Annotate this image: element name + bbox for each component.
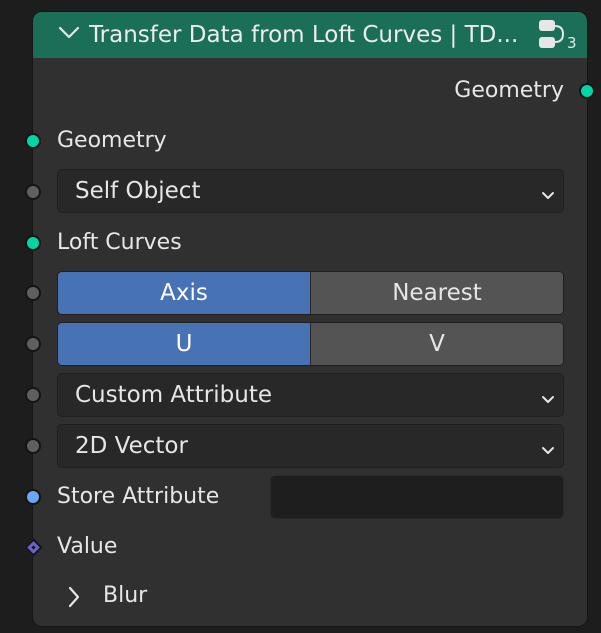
loft-curves-label: Loft Curves bbox=[57, 230, 182, 255]
group-user-count: 3 bbox=[567, 34, 577, 52]
collapse-chevron-down-icon[interactable] bbox=[58, 25, 80, 44]
node-title: Transfer Data from Loft Curves | TD... bbox=[89, 22, 519, 48]
data-type-value: 2D Vector bbox=[75, 433, 188, 459]
data-type-dropdown[interactable]: 2D Vector bbox=[57, 424, 564, 468]
node-group-icon[interactable] bbox=[537, 18, 567, 56]
nearest-button[interactable]: Nearest bbox=[310, 272, 563, 314]
attribute-source-socket[interactable] bbox=[25, 387, 41, 403]
output-geometry-socket[interactable] bbox=[579, 83, 595, 99]
self-object-dropdown[interactable]: Self Object bbox=[57, 169, 564, 213]
value-label: Value bbox=[57, 534, 118, 559]
data-type-socket[interactable] bbox=[25, 438, 41, 454]
attribute-source-dropdown[interactable]: Custom Attribute bbox=[57, 373, 564, 417]
dropdown-chevron-down-icon bbox=[541, 186, 555, 205]
dropdown-chevron-down-icon bbox=[541, 441, 555, 460]
transfer-data-node[interactable]: Transfer Data from Loft Curves | TD... 3… bbox=[24, 11, 595, 627]
input-geometry-label: Geometry bbox=[57, 128, 167, 153]
output-geometry-label: Geometry bbox=[454, 78, 564, 103]
input-geometry-socket[interactable] bbox=[25, 133, 41, 149]
node-header[interactable]: Transfer Data from Loft Curves | TD... 3 bbox=[33, 12, 587, 58]
store-attribute-socket[interactable] bbox=[25, 489, 41, 505]
blur-panel-label[interactable]: Blur bbox=[103, 582, 147, 610]
mode-toggle[interactable]: Axis Nearest bbox=[57, 271, 564, 315]
u-button[interactable]: U bbox=[58, 323, 310, 365]
uv-socket[interactable] bbox=[25, 336, 41, 352]
dropdown-chevron-down-icon bbox=[541, 390, 555, 409]
uv-toggle[interactable]: U V bbox=[57, 322, 564, 366]
store-attribute-input[interactable] bbox=[270, 475, 564, 519]
value-socket[interactable] bbox=[24, 538, 43, 557]
loft-curves-socket[interactable] bbox=[25, 235, 41, 251]
v-button[interactable]: V bbox=[310, 323, 563, 365]
attribute-source-value: Custom Attribute bbox=[75, 382, 272, 408]
axis-button[interactable]: Axis bbox=[58, 272, 310, 314]
self-object-value: Self Object bbox=[75, 178, 201, 204]
store-attribute-label: Store Attribute bbox=[57, 484, 220, 509]
self-object-socket[interactable] bbox=[25, 184, 41, 200]
mode-socket[interactable] bbox=[25, 285, 41, 301]
blur-panel-chevron-right-icon[interactable] bbox=[68, 586, 80, 612]
